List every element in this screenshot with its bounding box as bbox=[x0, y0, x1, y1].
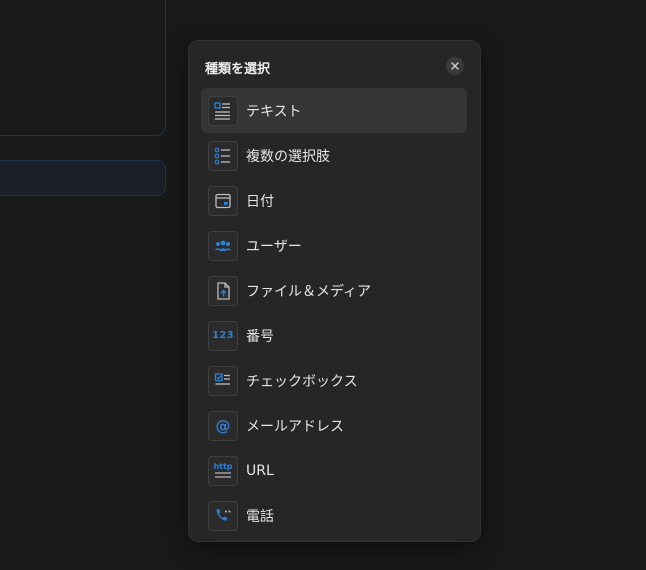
popover-title: 種類を選択 bbox=[205, 62, 271, 77]
type-item-number[interactable]: 123 番号 bbox=[201, 313, 467, 358]
type-item-multi-select[interactable]: 複数の選択肢 bbox=[201, 133, 467, 178]
type-item-label: 複数の選択肢 bbox=[246, 148, 330, 165]
background-panel bbox=[0, 0, 166, 136]
number-icon: 123 bbox=[208, 320, 238, 351]
type-item-url[interactable]: http URL bbox=[201, 448, 467, 493]
type-item-file-media[interactable]: ファイル＆メディア bbox=[201, 268, 467, 313]
phone-icon bbox=[208, 500, 238, 531]
number-icon-text: 123 bbox=[212, 330, 234, 341]
file-upload-icon bbox=[208, 275, 238, 306]
email-icon: @ bbox=[208, 410, 238, 441]
type-item-label: 電話 bbox=[246, 508, 274, 525]
type-selection-popover: 種類を選択 テキスト 複数の選択肢 日付 ユーザー ファイル＆メディア 123 … bbox=[188, 40, 481, 542]
type-item-user[interactable]: ユーザー bbox=[201, 223, 467, 268]
calendar-icon bbox=[208, 185, 238, 216]
text-icon bbox=[208, 95, 238, 126]
type-item-phone[interactable]: 電話 bbox=[201, 493, 467, 538]
type-item-label: チェックボックス bbox=[246, 373, 358, 390]
close-icon bbox=[451, 62, 459, 70]
url-icon: http bbox=[208, 455, 238, 486]
email-icon-text: @ bbox=[215, 416, 231, 435]
type-item-label: テキスト bbox=[246, 103, 302, 120]
checkbox-icon bbox=[208, 365, 238, 396]
type-item-text[interactable]: テキスト bbox=[201, 88, 467, 133]
type-item-label: 番号 bbox=[246, 328, 274, 345]
type-item-label: URL bbox=[246, 462, 274, 479]
type-item-label: 日付 bbox=[246, 193, 274, 210]
type-item-label: ファイル＆メディア bbox=[246, 283, 372, 300]
users-icon bbox=[208, 230, 238, 261]
type-list: テキスト 複数の選択肢 日付 ユーザー ファイル＆メディア 123 番号 チェッ… bbox=[201, 88, 467, 538]
type-item-checkbox[interactable]: チェックボックス bbox=[201, 358, 467, 403]
type-item-label: メールアドレス bbox=[246, 418, 344, 435]
multi-select-icon bbox=[208, 140, 238, 171]
type-item-date[interactable]: 日付 bbox=[201, 178, 467, 223]
type-item-label: ユーザー bbox=[246, 238, 302, 255]
close-button[interactable] bbox=[446, 57, 464, 75]
background-input-field[interactable] bbox=[0, 160, 166, 196]
type-item-email[interactable]: @ メールアドレス bbox=[201, 403, 467, 448]
url-icon-text: http bbox=[213, 462, 233, 471]
